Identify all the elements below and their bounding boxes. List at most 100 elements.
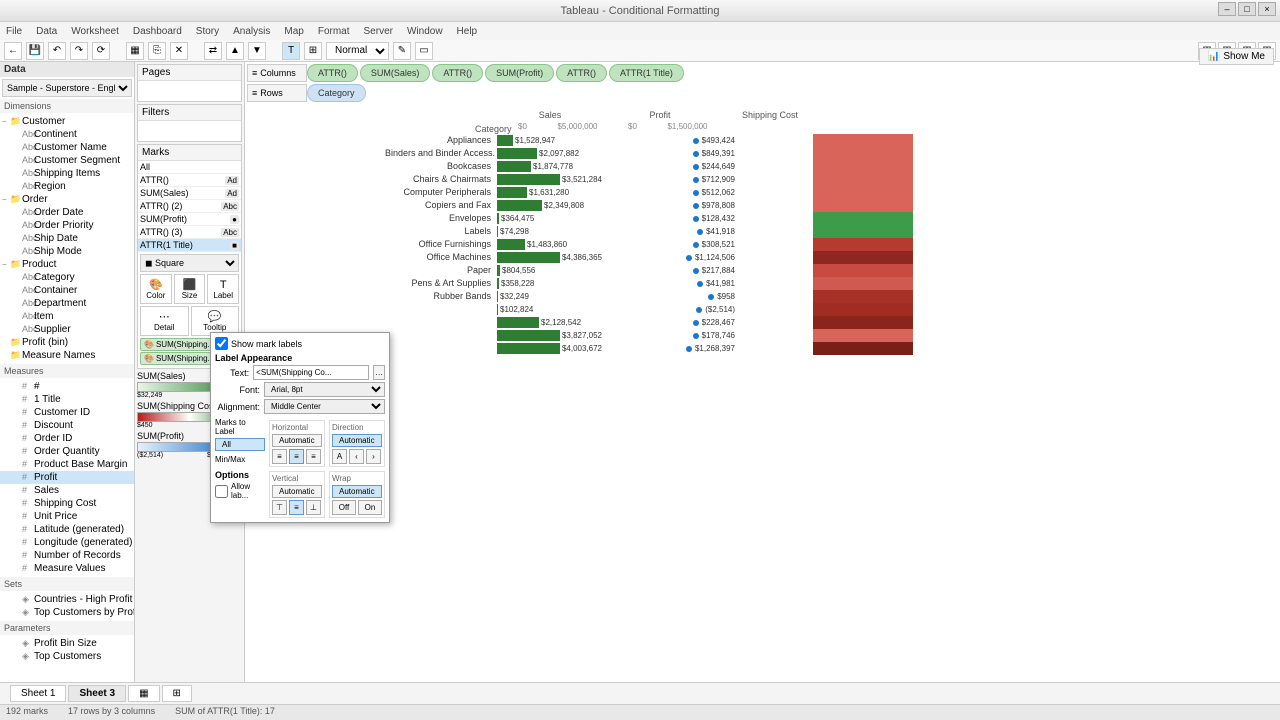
profit-mark[interactable]: $1,268,397 — [605, 342, 805, 355]
measure-unit-price[interactable]: #Unit Price — [0, 510, 134, 523]
shipping-cell[interactable] — [813, 173, 913, 186]
shipping-cell[interactable] — [813, 264, 913, 277]
profit-mark[interactable]: $228,467 — [605, 316, 805, 329]
sales-bar[interactable]: $804,556 — [497, 264, 602, 277]
undo-icon[interactable]: ↶ — [48, 42, 66, 60]
dir-2[interactable]: ‹ — [349, 449, 364, 464]
back-icon[interactable]: ← — [4, 42, 22, 60]
row-pill[interactable]: Category — [307, 84, 366, 102]
profit-mark[interactable]: ($2,514) — [605, 303, 805, 316]
menu-map[interactable]: Map — [284, 26, 303, 37]
shipping-cell[interactable] — [813, 251, 913, 264]
mark-row[interactable]: SUM(Sales)Ad — [138, 187, 241, 200]
wrap-auto[interactable]: Automatic — [332, 485, 382, 498]
profit-mark[interactable]: $1,124,506 — [605, 251, 805, 264]
h-center[interactable]: ≡ — [289, 449, 304, 464]
highlight-icon[interactable]: ✎ — [393, 42, 411, 60]
dim-category[interactable]: AbcCategory — [0, 271, 134, 284]
menu-format[interactable]: Format — [318, 26, 350, 37]
presentation-icon[interactable]: ▭ — [415, 42, 433, 60]
shipping-cell[interactable] — [813, 277, 913, 290]
dim-profit-(bin)[interactable]: 📁Profit (bin) — [0, 336, 134, 349]
measure-order-id[interactable]: #Order ID — [0, 432, 134, 445]
shipping-cell[interactable] — [813, 316, 913, 329]
profit-mark[interactable]: $849,391 — [605, 147, 805, 160]
profit-mark[interactable]: $493,424 — [605, 134, 805, 147]
v-top[interactable]: ⊤ — [272, 500, 287, 515]
rows-shelf[interactable]: Category — [307, 84, 366, 102]
sales-bar[interactable]: $3,827,052 — [497, 329, 602, 342]
measure-shipping-cost[interactable]: #Shipping Cost — [0, 497, 134, 510]
text-more-button[interactable]: … — [373, 365, 385, 380]
mark-row[interactable]: All — [138, 161, 241, 174]
close-button[interactable]: × — [1258, 2, 1276, 16]
measure-longitude-(generated)[interactable]: #Longitude (generated) — [0, 536, 134, 549]
shipping-cell[interactable] — [813, 290, 913, 303]
menu-server[interactable]: Server — [364, 26, 393, 37]
pages-shelf[interactable]: Pages — [138, 65, 241, 81]
dim-ship-mode[interactable]: AbcShip Mode — [0, 245, 134, 258]
color-button[interactable]: 🎨Color — [140, 274, 172, 304]
menu-window[interactable]: Window — [407, 26, 443, 37]
wrap-on[interactable]: On — [358, 500, 382, 515]
col-pill[interactable]: ATTR() — [432, 64, 483, 82]
redo-icon[interactable]: ↷ — [70, 42, 88, 60]
shipping-cell[interactable] — [813, 160, 913, 173]
marks-all-button[interactable]: All — [215, 438, 265, 451]
sales-bar[interactable]: $2,128,542 — [497, 316, 602, 329]
shipping-cell[interactable] — [813, 303, 913, 316]
measure-number-of-records[interactable]: #Number of Records — [0, 549, 134, 562]
size-button[interactable]: ⬛Size — [174, 274, 206, 304]
measure-customer-id[interactable]: #Customer ID — [0, 406, 134, 419]
profit-mark[interactable]: $41,918 — [605, 225, 805, 238]
sales-bar[interactable]: $1,874,778 — [497, 160, 602, 173]
params-item[interactable]: ◈Top Customers — [0, 650, 134, 663]
maximize-button[interactable]: □ — [1238, 2, 1256, 16]
measure-1-title[interactable]: #1 Title — [0, 393, 134, 406]
v-auto[interactable]: Automatic — [272, 485, 322, 498]
menu-story[interactable]: Story — [196, 26, 219, 37]
fit-select[interactable]: Normal — [326, 42, 389, 60]
dim-department[interactable]: AbcDepartment — [0, 297, 134, 310]
shipping-cell[interactable] — [813, 329, 913, 342]
dim-order-priority[interactable]: AbcOrder Priority — [0, 219, 134, 232]
sales-bar[interactable]: $2,349,808 — [497, 199, 602, 212]
mark-row[interactable]: ATTR(1 Title)■ — [138, 239, 241, 252]
sales-bar[interactable]: $4,003,672 — [497, 342, 602, 355]
dim-container[interactable]: AbcContainer — [0, 284, 134, 297]
duplicate-icon[interactable]: ⎘ — [148, 42, 166, 60]
menu-analysis[interactable]: Analysis — [233, 26, 270, 37]
profit-mark[interactable]: $308,521 — [605, 238, 805, 251]
profit-mark[interactable]: $512,062 — [605, 186, 805, 199]
sales-bar[interactable]: $74,298 — [497, 225, 602, 238]
dim-shipping-items[interactable]: AbcShipping Items — [0, 167, 134, 180]
shipping-cell[interactable] — [813, 225, 913, 238]
shipping-cell[interactable] — [813, 199, 913, 212]
sets-item[interactable]: ◈Countries - High Profit & Sales — [0, 593, 134, 606]
shipping-cell[interactable] — [813, 238, 913, 251]
dim-product[interactable]: −📁Product — [0, 258, 134, 271]
sales-bar[interactable]: $4,386,365 — [497, 251, 602, 264]
clear-icon[interactable]: ✕ — [170, 42, 188, 60]
group-icon[interactable]: ⊞ — [304, 42, 322, 60]
new-sheet-icon[interactable]: ▦ — [128, 685, 159, 702]
measure-latitude-(generated)[interactable]: #Latitude (generated) — [0, 523, 134, 536]
col-pill[interactable]: SUM(Profit) — [485, 64, 554, 82]
shipping-cell[interactable] — [813, 342, 913, 355]
dim-order[interactable]: −📁Order — [0, 193, 134, 206]
dim-supplier[interactable]: AbcSupplier — [0, 323, 134, 336]
visualization[interactable]: SalesProfitShipping Cost $0$5,000,000$0$… — [245, 106, 1280, 682]
col-pill[interactable]: SUM(Sales) — [360, 64, 431, 82]
sales-bar[interactable]: $1,483,860 — [497, 238, 602, 251]
allow-overlap-checkbox[interactable] — [215, 485, 228, 498]
col-pill[interactable]: ATTR() — [307, 64, 358, 82]
shipping-cell[interactable] — [813, 212, 913, 225]
menu-help[interactable]: Help — [457, 26, 478, 37]
col-pill[interactable]: ATTR() — [556, 64, 607, 82]
measure-sales[interactable]: #Sales — [0, 484, 134, 497]
measure-measure-values[interactable]: #Measure Values — [0, 562, 134, 575]
label-button[interactable]: TLabel — [207, 274, 239, 304]
sales-bar[interactable]: $2,097,882 — [497, 147, 602, 160]
label-align-select[interactable]: Middle Center — [264, 399, 385, 414]
profit-mark[interactable]: $978,808 — [605, 199, 805, 212]
